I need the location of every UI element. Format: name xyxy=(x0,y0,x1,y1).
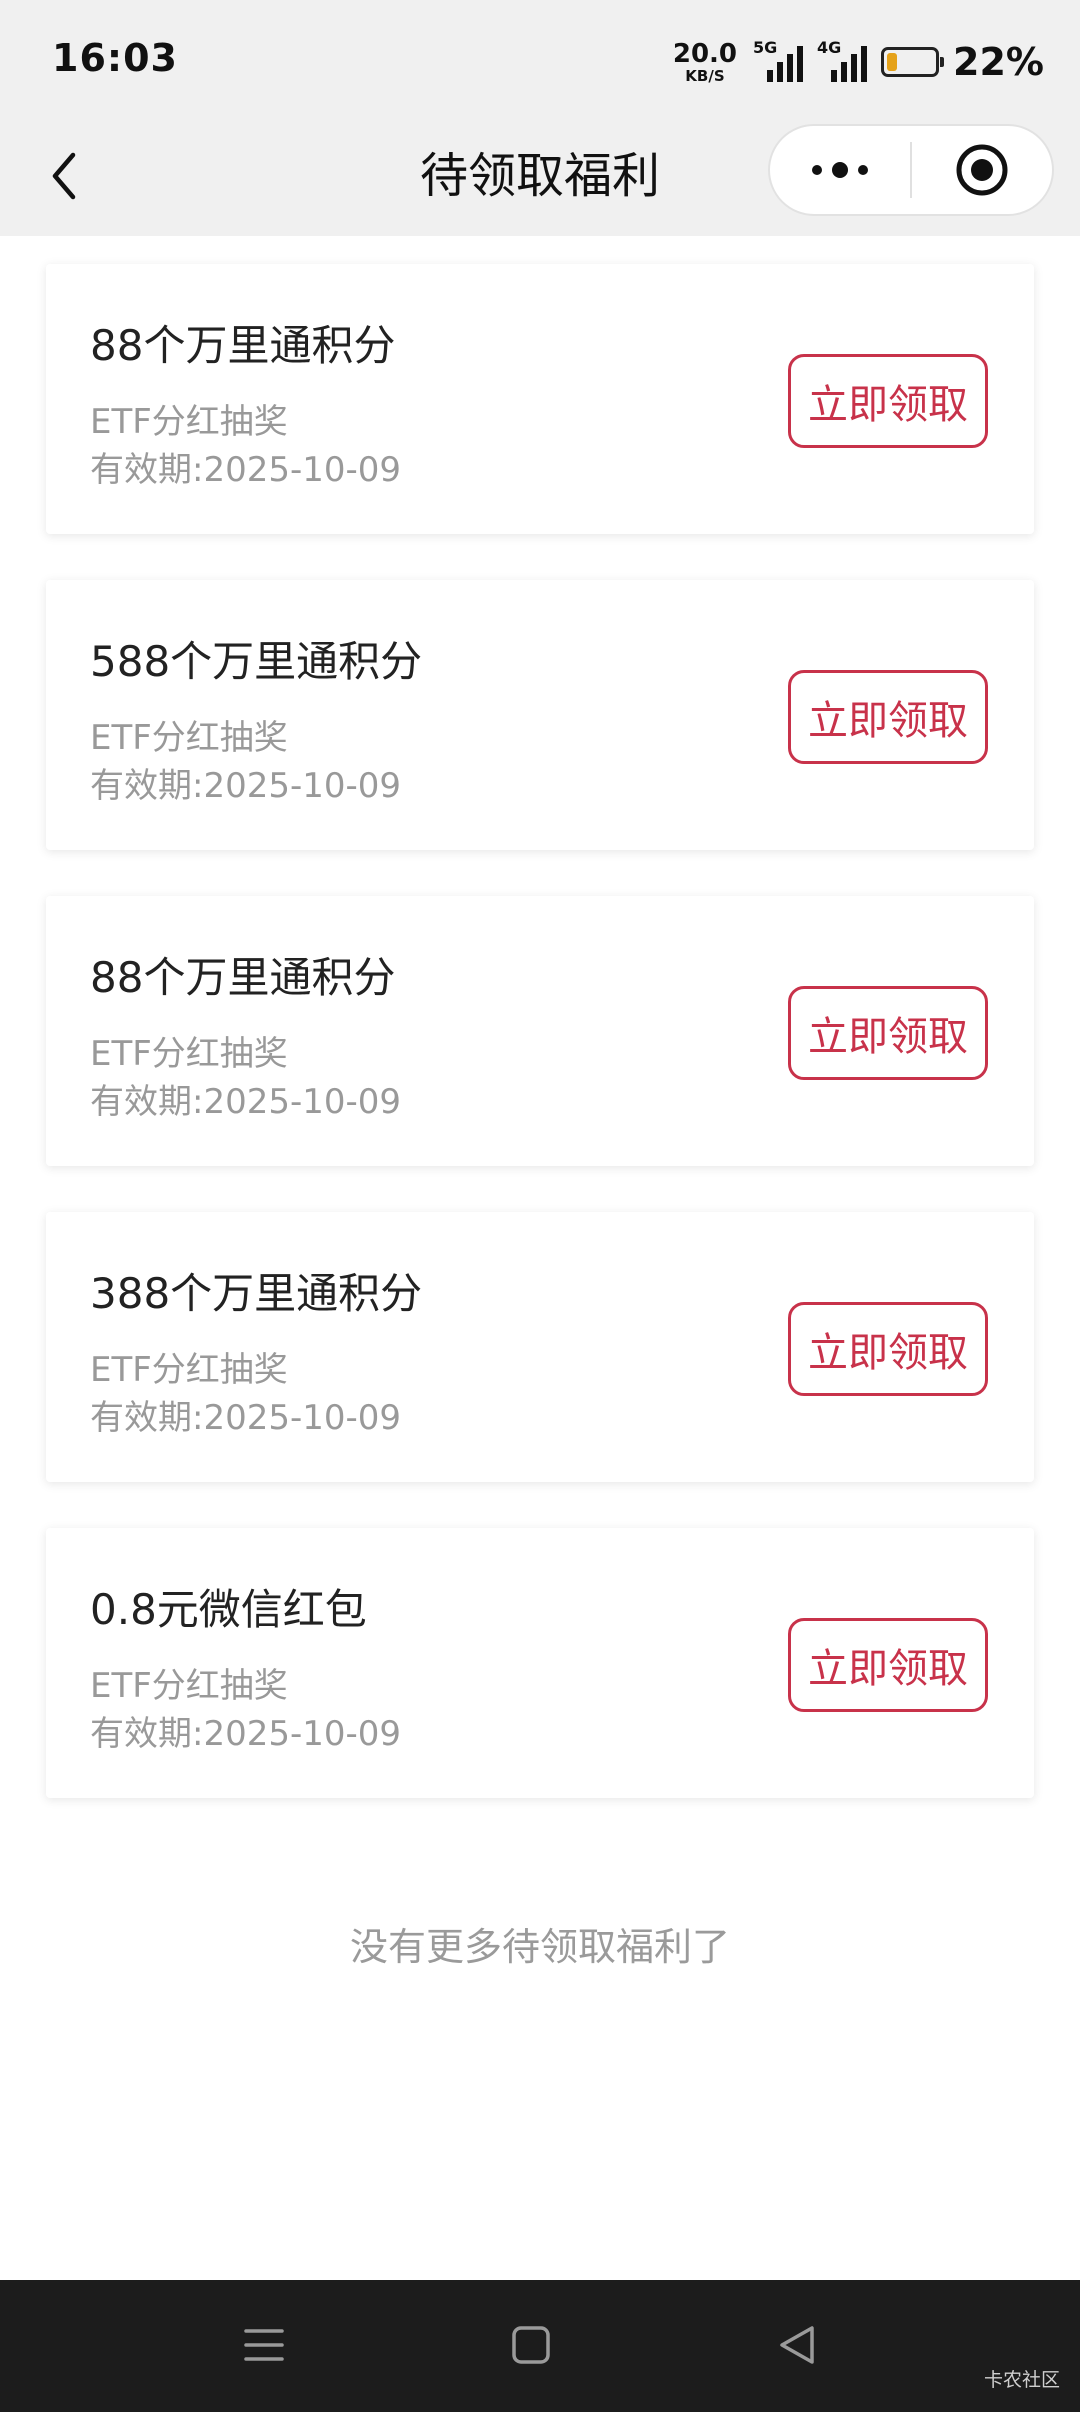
more-button[interactable] xyxy=(770,126,910,214)
reward-title: 388个万里通积分 xyxy=(90,1269,423,1318)
close-miniprogram-button[interactable] xyxy=(912,126,1052,214)
signal-5g-icon: 5G xyxy=(753,38,804,82)
reward-title: 88个万里通积分 xyxy=(90,321,396,370)
claim-button[interactable]: 立即领取 xyxy=(788,670,988,764)
battery-percent: 22% xyxy=(953,40,1044,84)
claim-button[interactable]: 立即领取 xyxy=(788,1302,988,1396)
reward-source: ETF分红抽奖 xyxy=(90,1034,288,1074)
menu-icon xyxy=(244,2329,284,2361)
status-bar: 16:03 20.0 KB/S 5G 4G 22% xyxy=(0,0,1080,122)
reward-card: 588个万里通积分 ETF分红抽奖 有效期:2025-10-09 立即领取 xyxy=(46,580,1034,850)
system-back-button[interactable] xyxy=(762,2310,832,2380)
network-speed: 20.0 KB/S xyxy=(673,41,737,84)
claim-button[interactable]: 立即领取 xyxy=(788,1618,988,1712)
reward-title: 0.8元微信红包 xyxy=(90,1585,367,1634)
battery-fill xyxy=(887,53,898,71)
reward-source: ETF分红抽奖 xyxy=(90,1666,288,1706)
reward-source: ETF分红抽奖 xyxy=(90,402,288,442)
signal-4g-icon: 4G xyxy=(817,38,868,82)
reward-title: 88个万里通积分 xyxy=(90,953,396,1002)
network-speed-unit: KB/S xyxy=(685,66,725,85)
reward-validity: 有效期:2025-10-09 xyxy=(90,766,402,806)
reward-card: 0.8元微信红包 ETF分红抽奖 有效期:2025-10-09 立即领取 xyxy=(46,1528,1034,1798)
home-square-icon xyxy=(512,2326,550,2364)
title-bar: 待领取福利 xyxy=(0,122,1080,236)
more-dots-icon xyxy=(812,162,868,178)
recent-apps-button[interactable] xyxy=(229,2310,299,2380)
reward-title: 588个万里通积分 xyxy=(90,637,423,686)
system-nav-bar: 卡农社区 xyxy=(0,2280,1080,2412)
network-speed-value: 20.0 xyxy=(672,38,738,69)
watermark: 卡农社区 xyxy=(983,2369,1060,2391)
end-of-list-note: 没有更多待领取福利了 xyxy=(349,1925,730,1969)
claim-button[interactable]: 立即领取 xyxy=(788,354,988,448)
reward-card: 88个万里通积分 ETF分红抽奖 有效期:2025-10-09 立即领取 xyxy=(46,896,1034,1166)
status-indicators: 20.0 KB/S 5G 4G 22% xyxy=(673,36,1044,88)
reward-validity: 有效期:2025-10-09 xyxy=(90,450,402,490)
claim-button[interactable]: 立即领取 xyxy=(788,986,988,1080)
reward-source: ETF分红抽奖 xyxy=(90,718,288,758)
battery-icon xyxy=(881,47,945,77)
back-triangle-icon xyxy=(780,2326,814,2364)
reward-validity: 有效期:2025-10-09 xyxy=(90,1082,402,1122)
miniprogram-capsule xyxy=(768,124,1054,216)
status-time: 16:03 xyxy=(52,36,178,80)
reward-validity: 有效期:2025-10-09 xyxy=(90,1714,402,1754)
reward-card: 88个万里通积分 ETF分红抽奖 有效期:2025-10-09 立即领取 xyxy=(46,264,1034,534)
target-circle-icon xyxy=(956,144,1008,196)
reward-source: ETF分红抽奖 xyxy=(90,1350,288,1390)
reward-validity: 有效期:2025-10-09 xyxy=(90,1398,402,1438)
reward-card: 388个万里通积分 ETF分红抽奖 有效期:2025-10-09 立即领取 xyxy=(46,1212,1034,1482)
home-button[interactable] xyxy=(496,2310,566,2380)
